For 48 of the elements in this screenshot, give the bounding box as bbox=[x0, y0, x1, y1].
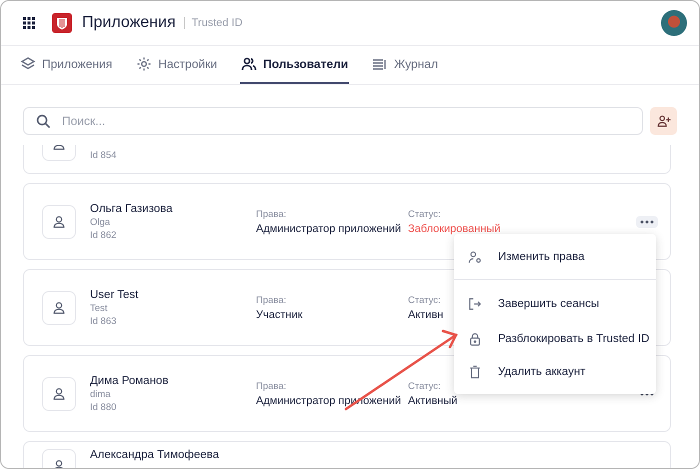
tab[interactable]: Приложения bbox=[19, 46, 114, 84]
user-id: Id 862 bbox=[90, 230, 118, 240]
user-name: Дима Романов bbox=[90, 374, 170, 386]
user-id: Id 854 bbox=[90, 150, 118, 161]
status-value: Активн bbox=[408, 308, 444, 320]
logout-icon bbox=[468, 297, 482, 311]
menu-item[interactable]: Удалить аккаунт bbox=[454, 355, 656, 388]
rights-label: Права: bbox=[256, 380, 286, 392]
rights-value: Участник bbox=[256, 308, 302, 320]
menu-item[interactable]: Разблокировать в Trusted ID bbox=[454, 322, 656, 355]
user-id: Id 880 bbox=[90, 402, 118, 412]
user-name: Ольга Газизова bbox=[90, 202, 174, 214]
user-login: Olga bbox=[90, 216, 112, 228]
lock-icon bbox=[468, 332, 482, 346]
menu-item[interactable]: Изменить права bbox=[454, 240, 656, 273]
more-icon bbox=[640, 220, 654, 224]
apps-grid-icon[interactable] bbox=[23, 17, 35, 29]
settings-icon bbox=[136, 56, 152, 72]
users-icon bbox=[241, 56, 258, 72]
tab[interactable]: Настройки bbox=[135, 46, 218, 84]
add-user-button[interactable] bbox=[650, 107, 677, 135]
user-name: User Test bbox=[90, 288, 140, 300]
shield-logo-icon bbox=[52, 13, 72, 33]
app-title: Приложения bbox=[82, 14, 176, 32]
search-field[interactable]: Поиск... bbox=[23, 107, 643, 135]
rights-value: Администратор приложений bbox=[256, 222, 402, 234]
status-label: Статус: bbox=[408, 380, 441, 392]
layers-icon bbox=[20, 56, 36, 72]
rights-label: Права: bbox=[256, 208, 286, 220]
tab[interactable]: Журнал bbox=[371, 46, 439, 84]
tab[interactable]: Пользователи bbox=[240, 46, 350, 84]
user-login: dima bbox=[90, 388, 112, 400]
user-name: Александра Тимофеева bbox=[90, 449, 220, 461]
user-id: Id 863 bbox=[90, 316, 118, 326]
status-value: Заблокированный bbox=[408, 222, 500, 234]
more-button[interactable] bbox=[636, 216, 658, 228]
user-login: Test bbox=[90, 302, 108, 314]
status-label: Статус: bbox=[408, 208, 441, 220]
menu-item[interactable]: Завершить сеансы bbox=[454, 279, 656, 322]
app-subtitle: Trusted ID bbox=[184, 17, 243, 29]
status-value: Активный bbox=[408, 394, 458, 406]
user-settings-icon bbox=[468, 250, 482, 264]
status-label: Статус: bbox=[408, 294, 441, 306]
trash-icon bbox=[468, 364, 482, 378]
search-icon bbox=[36, 114, 51, 129]
rights-label: Права: bbox=[256, 294, 286, 306]
add-user-icon bbox=[656, 114, 670, 128]
user-avatar[interactable] bbox=[661, 10, 687, 36]
